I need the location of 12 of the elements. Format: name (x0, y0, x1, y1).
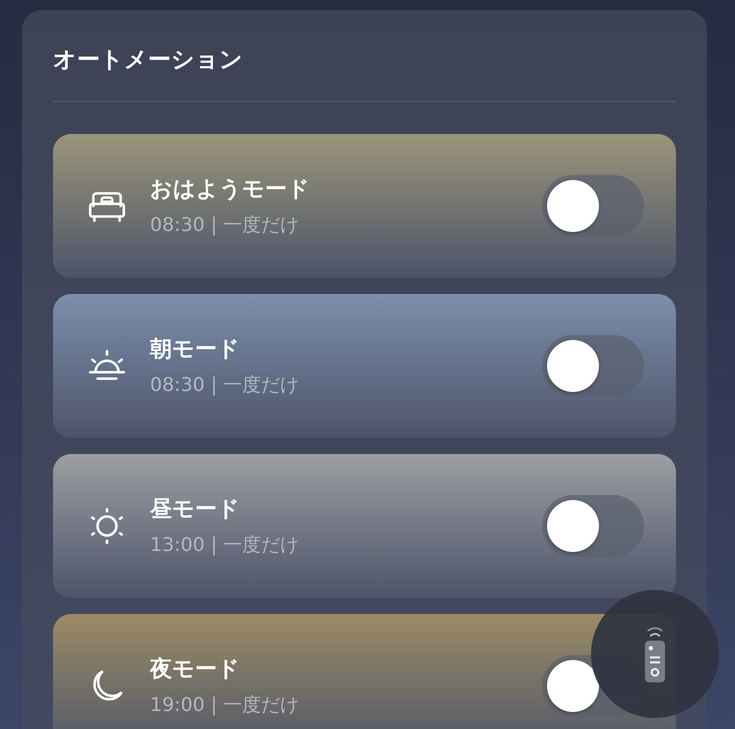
automation-card[interactable]: おはようモード 08:30 | 一度だけ (53, 134, 676, 278)
automation-schedule: 08:30 | 一度だけ (150, 373, 300, 398)
automation-name: 朝モード (150, 336, 241, 364)
panel-title: オートメーション (53, 46, 244, 75)
automation-card[interactable]: 昼モード 13:00 | 一度だけ (53, 454, 676, 598)
automation-card[interactable]: 朝モード 08:30 | 一度だけ (53, 294, 676, 438)
automation-name: 夜モード (150, 656, 241, 684)
automation-schedule: 13:00 | 一度だけ (150, 533, 300, 558)
automation-name: おはようモード (150, 176, 311, 204)
automation-schedule: 08:30 | 一度だけ (150, 213, 300, 238)
automation-name: 昼モード (150, 496, 241, 524)
automation-schedule: 19:00 | 一度だけ (150, 693, 300, 718)
